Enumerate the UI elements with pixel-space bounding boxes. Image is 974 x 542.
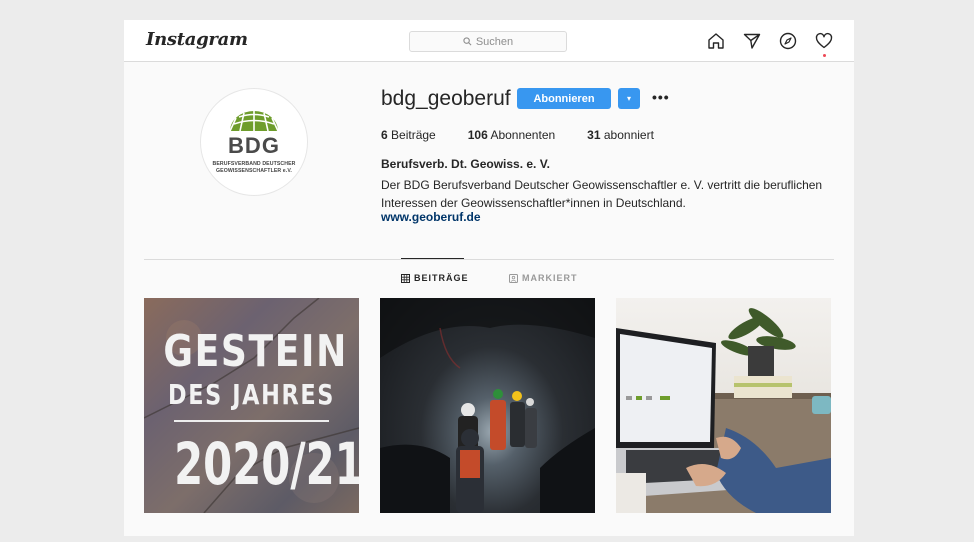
stat-posts: 6 Beiträge bbox=[381, 128, 436, 142]
bdg-globe-logo-icon bbox=[229, 111, 279, 132]
explore-icon[interactable] bbox=[778, 31, 798, 51]
tab-posts-label: BEITRÄGE bbox=[414, 273, 469, 283]
search-placeholder: Suchen bbox=[475, 35, 514, 48]
instagram-window: Instagram Suchen BDG BERUFSVERBAND DEUTS… bbox=[124, 20, 854, 536]
cave-photo bbox=[380, 298, 595, 513]
suggestions-dropdown-button[interactable]: ▾ bbox=[618, 88, 640, 109]
instagram-logo[interactable]: Instagram bbox=[146, 29, 248, 50]
nav-icons bbox=[706, 31, 834, 57]
tab-posts[interactable]: BEITRÄGE bbox=[401, 273, 469, 283]
profile-avatar[interactable]: BDG BERUFSVERBAND DEUTSCHER GEOWISSENSCH… bbox=[200, 88, 308, 196]
post-thumbnail-laptop[interactable] bbox=[616, 298, 831, 513]
home-icon[interactable] bbox=[706, 31, 726, 51]
post-title-rule bbox=[174, 420, 329, 422]
more-options-icon[interactable]: ••• bbox=[652, 89, 670, 105]
avatar-subtitle: BERUFSVERBAND DEUTSCHER GEOWISSENSCHAFTL… bbox=[212, 161, 296, 174]
stat-following[interactable]: 31 abonniert bbox=[587, 128, 654, 142]
direct-icon[interactable] bbox=[742, 31, 762, 51]
profile-stats: 6 Beiträge 106 Abonnenten 31 abonniert bbox=[381, 128, 686, 142]
activity-heart-icon[interactable] bbox=[814, 31, 834, 57]
profile-username: bdg_geoberuf bbox=[381, 87, 511, 110]
follow-button[interactable]: Abonnieren bbox=[517, 88, 611, 109]
post-title-line1: GESTEIN bbox=[163, 326, 348, 377]
active-tab-indicator bbox=[401, 258, 464, 259]
avatar-logo-letters: BDG bbox=[228, 133, 280, 158]
profile-bio: Der BDG Berufsverband Deutscher Geowisse… bbox=[381, 178, 823, 210]
post-thumbnail-cave[interactable] bbox=[380, 298, 595, 513]
post-thumbnail-gestein[interactable]: GESTEIN DES JAHRES 2020/21 bbox=[144, 298, 359, 513]
search-input[interactable]: Suchen bbox=[409, 31, 567, 52]
post-title-line2: DES JAHRES bbox=[168, 378, 335, 411]
post-title-line3: 2020/21 bbox=[174, 430, 359, 498]
tagged-icon bbox=[509, 273, 518, 283]
tab-tagged[interactable]: MARKIERT bbox=[509, 273, 578, 283]
profile-full-name: Berufsverb. Dt. Geowiss. e. V. bbox=[381, 157, 550, 171]
profile-website-link[interactable]: www.geoberuf.de bbox=[381, 210, 481, 224]
tabs-divider bbox=[144, 259, 834, 260]
stat-followers[interactable]: 106 Abonnenten bbox=[468, 128, 555, 142]
tab-tagged-label: MARKIERT bbox=[522, 273, 578, 283]
search-icon bbox=[463, 37, 472, 46]
laptop-photo bbox=[616, 308, 831, 513]
notification-dot bbox=[823, 54, 826, 57]
grid-icon bbox=[401, 273, 410, 283]
top-navigation-bar: Instagram Suchen bbox=[124, 20, 854, 62]
